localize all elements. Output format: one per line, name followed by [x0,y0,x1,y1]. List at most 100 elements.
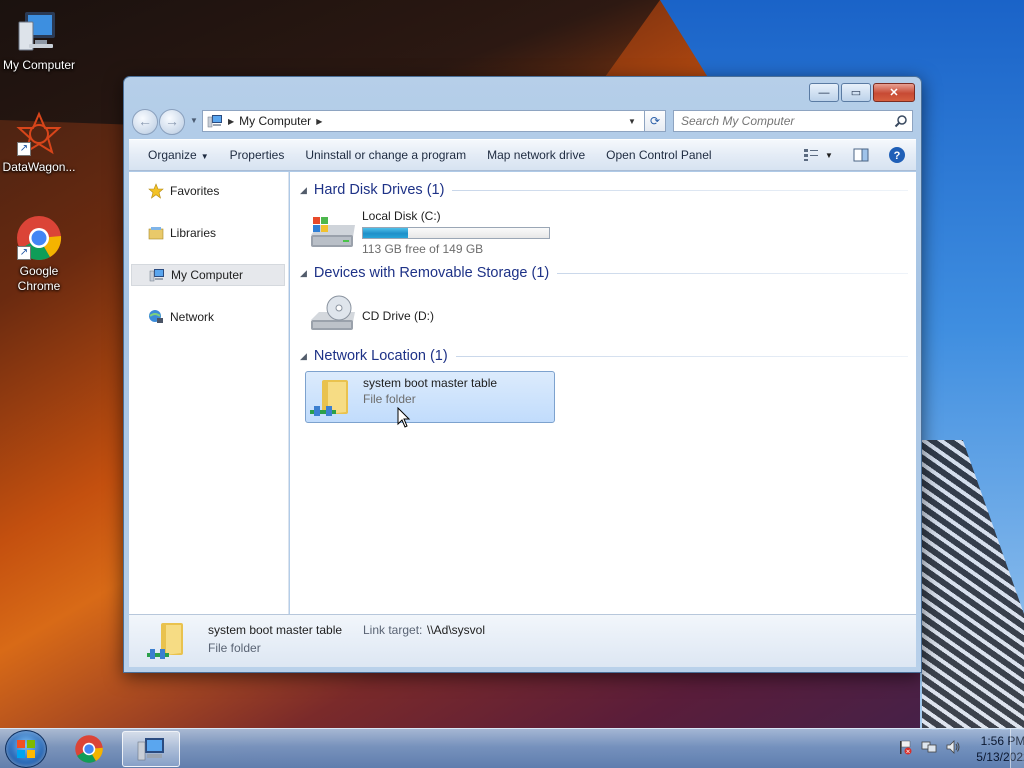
cd-drive-icon [311,295,355,330]
taskbar-chrome[interactable] [60,731,118,767]
volume-icon[interactable] [944,738,962,756]
view-options-icon [804,149,818,161]
search-icon[interactable] [894,114,908,128]
disk-usage-fill [363,228,408,238]
mouse-cursor-icon [397,407,411,428]
breadcrumb-arrow-icon[interactable]: ▶ [228,117,234,126]
group-header-removable-storage[interactable]: ◢ Devices with Removable Storage (1) [300,263,908,283]
computer-icon [15,8,63,56]
navigation-row: ← → ▼ ▶ My Computer ▶ ▼ ⟳ [132,108,913,135]
group-divider [452,189,908,191]
view-dropdown-icon[interactable]: ▼ [822,145,836,165]
recent-pages-dropdown[interactable]: ▼ [190,116,198,125]
group-header-network-location[interactable]: ◢ Network Location (1) [300,346,908,366]
maximize-button[interactable]: ▭ [841,83,871,102]
computer-icon [137,738,164,761]
nav-item-network[interactable]: Network [131,306,285,328]
disk-usage-bar [362,227,550,239]
desktop-icon-label: Google Chrome [17,264,61,293]
forward-arrow-icon: → [165,113,179,129]
drive-name: CD Drive (D:) [362,309,434,323]
refresh-icon: ⟳ [649,114,661,128]
network-folder-icon [310,380,348,416]
star-icon [148,183,164,199]
folder-name: system boot master table [363,376,498,390]
taskbar: ✕ 1:56 PM 5/13/2022 [0,728,1024,768]
nav-item-my-computer[interactable]: My Computer [131,264,285,286]
folder-type: File folder [363,392,416,406]
properties-button[interactable]: Properties [221,144,294,166]
caption-buttons: — ▭ ✕ [807,83,915,102]
address-bar[interactable]: ▶ My Computer ▶ ▼ [202,110,666,132]
open-control-panel-button[interactable]: Open Control Panel [597,144,720,166]
computer-icon [149,267,165,283]
back-arrow-icon: ← [138,113,152,129]
nav-item-favorites[interactable]: Favorites [131,180,285,202]
group-divider [557,272,908,274]
nav-item-label: My Computer [171,268,244,282]
details-link-target-label: Link target: [363,623,423,637]
drive-name: Local Disk (C:) [362,209,441,223]
hard-drive-icon [311,217,355,247]
group-divider [455,355,908,357]
network-status-icon[interactable] [920,738,938,756]
windows-logo-icon [17,740,35,758]
nav-item-libraries[interactable]: Libraries [131,222,285,244]
collapse-triangle-icon[interactable]: ◢ [300,185,307,196]
map-network-drive-button[interactable]: Map network drive [478,144,594,166]
desktop-icon-google-chrome[interactable]: ↗ Google Chrome [1,214,77,294]
command-bar: Organize ▼ Properties Uninstall or change… [129,139,916,171]
details-item-type: File folder [208,641,261,655]
explorer-window: — ▭ ✕ ← → ▼ ▶ My Computer ▶ ▼ ⟳ Or [123,76,922,673]
start-button[interactable] [5,730,47,768]
refresh-button[interactable]: ⟳ [644,110,666,132]
svg-text:?: ? [894,150,901,162]
chevron-down-icon: ▼ [200,152,209,161]
network-folder-tile[interactable]: system boot master table File folder [305,371,555,423]
taskbar-explorer[interactable] [122,731,180,767]
address-dropdown-icon[interactable]: ▼ [625,117,639,126]
preview-pane-icon [853,148,869,162]
back-button[interactable]: ← [132,109,158,135]
group-header-hard-disk-drives[interactable]: ◢ Hard Disk Drives (1) [300,180,908,200]
action-center-flag-icon[interactable]: ✕ [896,738,914,756]
desktop-icon-datawagon[interactable]: ↗ DataWagon... [1,110,77,175]
desktop-icon-label: My Computer [2,58,76,72]
show-desktop-button[interactable] [1010,729,1024,768]
details-link-target-value: \\Ad\sysvol [427,623,486,637]
organize-button[interactable]: Organize ▼ [139,144,218,166]
preview-pane-button[interactable] [850,145,872,165]
svg-text:✕: ✕ [905,749,910,755]
change-view-button[interactable] [800,145,822,165]
group-title: Hard Disk Drives (1) [313,182,445,198]
help-button[interactable]: ? [886,145,908,165]
computer-icon [207,115,222,128]
breadcrumb-my-computer[interactable]: My Computer [239,114,311,128]
search-box[interactable] [673,110,913,132]
forward-button[interactable]: → [159,109,185,135]
system-tray: ✕ [890,738,962,756]
libraries-icon [148,225,164,241]
collapse-triangle-icon[interactable]: ◢ [300,268,307,279]
shortcut-arrow-icon: ↗ [17,246,31,260]
nav-item-label: Network [170,310,215,324]
search-input[interactable] [681,114,881,128]
shortcut-arrow-icon: ↗ [17,142,31,156]
drive-tile-cd-drive[interactable]: CD Drive (D:) [305,288,555,340]
content-pane: ◢ Hard Disk Drives (1) Local Disk (C:) 1… [290,172,916,614]
collapse-triangle-icon[interactable]: ◢ [300,351,307,362]
uninstall-program-button[interactable]: Uninstall or change a program [296,144,475,166]
organize-label: Organize [148,148,197,162]
maximize-icon: ▭ [850,87,862,99]
minimize-icon: — [818,86,830,99]
chrome-icon: ↗ [15,214,63,262]
group-title: Network Location (1) [313,348,448,364]
network-icon [148,309,164,325]
drive-free-space: 113 GB free of 149 GB [362,242,484,256]
help-icon: ? [889,147,905,163]
breadcrumb-arrow-icon[interactable]: ▶ [316,117,322,126]
desktop-icon-my-computer[interactable]: My Computer [1,8,77,73]
minimize-button[interactable]: — [809,83,839,102]
drive-tile-local-disk[interactable]: Local Disk (C:) 113 GB free of 149 GB [305,205,555,257]
close-button[interactable]: ✕ [873,83,915,102]
